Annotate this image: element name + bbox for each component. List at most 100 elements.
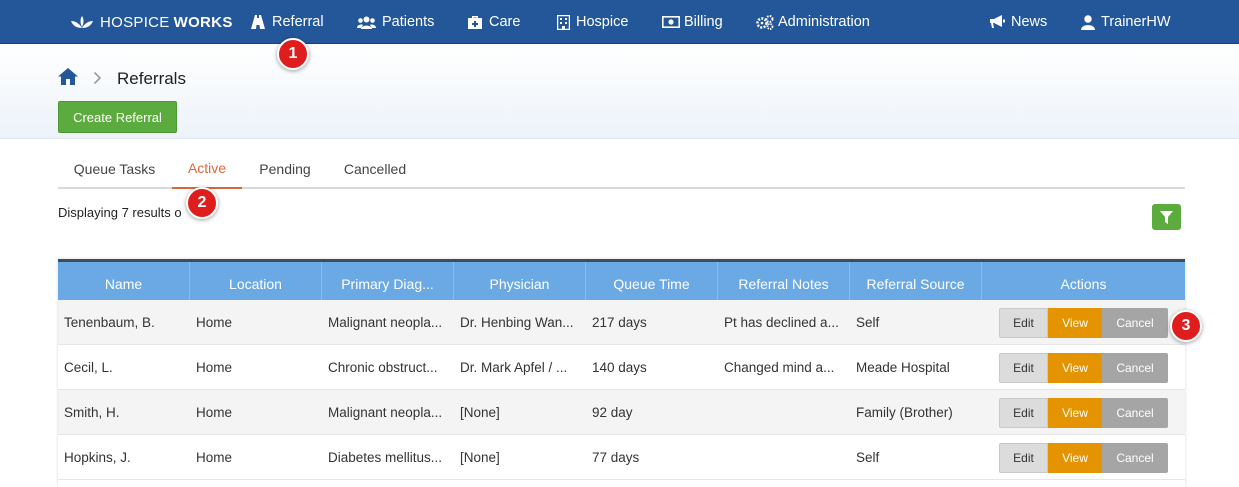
nav-user-menu[interactable]: TrainerHW (1081, 0, 1171, 44)
create-referral-button[interactable]: Create Referral (58, 101, 177, 133)
cell-referral-notes: Changed mind a... (724, 359, 835, 375)
cell-referral-notes (718, 390, 850, 434)
column-header-physician[interactable]: Physician (454, 262, 586, 305)
column-header-name[interactable]: Name (58, 262, 190, 305)
cell-referral-source: Family (Brother) (856, 404, 953, 420)
table-row[interactable]: Smith, H. Home Malignant neopla... [None… (58, 390, 1185, 435)
cell-location: Home (196, 404, 233, 420)
view-button[interactable]: View (1048, 353, 1102, 383)
table-header: Name Location Primary Diag... Physician … (58, 259, 1185, 305)
building-icon (557, 14, 570, 30)
medkit-icon (468, 16, 482, 29)
brand-name-part2: WORKS (173, 13, 233, 31)
cell-name: Cecil, L. (64, 359, 113, 375)
nav-news[interactable]: News (989, 0, 1047, 44)
cell-diagnosis: Chronic obstruct... (328, 359, 438, 375)
column-header-location[interactable]: Location (190, 262, 322, 305)
nav-referral-label: Referral (272, 14, 324, 30)
cell-diagnosis: Malignant neopla... (328, 314, 443, 330)
cell-queue-time: 77 days (592, 449, 640, 465)
row-actions: Edit View Cancel (999, 353, 1168, 383)
cell-name: Hopkins, J. (64, 449, 131, 465)
chevron-right-icon (93, 72, 102, 84)
cell-referral-notes (718, 435, 850, 479)
cell-name: Tenenbaum, B. (64, 314, 155, 330)
cell-physician: Dr. Henbing Wan... (460, 314, 574, 330)
filter-button[interactable] (1152, 204, 1181, 230)
cell-referral-source: Meade Hospital (856, 359, 950, 375)
cancel-button[interactable]: Cancel (1102, 443, 1168, 473)
cell-referral-source: Self (856, 449, 880, 465)
cell-referral-source: Self (856, 314, 880, 330)
view-button[interactable]: View (1048, 398, 1102, 428)
cell-physician: Dr. Mark Apfel / ... (460, 359, 568, 375)
road-icon (251, 15, 265, 29)
nav-hospice-label: Hospice (576, 14, 629, 30)
nav-hospice[interactable]: Hospice (557, 0, 628, 44)
cell-queue-time: 140 days (592, 359, 647, 375)
tab-queue-tasks[interactable]: Queue Tasks (58, 149, 171, 189)
nav-patients-label: Patients (382, 14, 435, 30)
cell-location: Home (196, 314, 233, 330)
referrals-table: Name Location Primary Diag... Physician … (58, 259, 1185, 487)
nav-news-label: News (1011, 14, 1048, 30)
tab-active[interactable]: Active (172, 149, 242, 189)
cell-location: Home (196, 359, 233, 375)
column-header-queue-time[interactable]: Queue Time (586, 262, 718, 305)
edit-button[interactable]: Edit (999, 308, 1048, 338)
leaf-logo-icon (71, 16, 93, 28)
view-button[interactable]: View (1048, 443, 1102, 473)
referral-tabs: Queue Tasks Active Pending Cancelled (58, 149, 1185, 189)
cancel-button[interactable]: Cancel (1102, 308, 1168, 338)
page-header (0, 44, 1239, 139)
cell-queue-time: 217 days (592, 314, 647, 330)
page-title: Referrals (117, 69, 186, 88)
filter-icon (1160, 210, 1173, 224)
nav-administration[interactable]: Administration (756, 0, 870, 44)
cell-location: Home (196, 449, 233, 465)
gears-icon (756, 14, 774, 30)
edit-button[interactable]: Edit (999, 353, 1048, 383)
table-row[interactable]: Cecil, L. Home Chronic obstruct... Dr. M… (58, 345, 1185, 390)
cancel-button[interactable]: Cancel (1102, 398, 1168, 428)
brand-logo[interactable]: HOSPICE WORKS (70, 0, 233, 44)
cell-name: Smith, H. (64, 404, 120, 420)
edit-button[interactable]: Edit (999, 443, 1048, 473)
top-navbar: HOSPICE WORKS Referral Patients Care Hosp… (0, 0, 1239, 44)
table-row[interactable]: Hopkins, J. Home Diabetes mellitus... [N… (58, 435, 1185, 480)
nav-care[interactable]: Care (467, 0, 520, 44)
user-icon (1081, 14, 1095, 30)
column-header-actions: Actions (1060, 275, 1107, 292)
callout-marker-2: 2 (186, 187, 218, 219)
cell-diagnosis: Malignant neopla... (328, 404, 443, 420)
row-actions: Edit View Cancel (999, 398, 1168, 428)
home-icon[interactable] (58, 68, 78, 85)
users-icon (357, 16, 376, 29)
cell-physician: [None] (460, 404, 500, 420)
cell-referral-notes: Pt has declined a... (724, 314, 839, 330)
column-header-diagnosis[interactable]: Primary Diag... (322, 262, 454, 305)
callout-marker-1: 1 (277, 38, 309, 70)
column-header-referral-source[interactable]: Referral Source (850, 262, 982, 305)
column-header-referral-notes[interactable]: Referral Notes (718, 262, 850, 305)
nav-administration-label: Administration (778, 14, 870, 30)
edit-button[interactable]: Edit (999, 398, 1048, 428)
cell-queue-time: 92 day (592, 404, 633, 420)
view-button[interactable]: View (1048, 308, 1102, 338)
nav-user-label: TrainerHW (1101, 14, 1171, 30)
nav-referral[interactable]: Referral (250, 0, 324, 44)
cell-diagnosis: Diabetes mellitus... (328, 449, 443, 465)
tab-pending[interactable]: Pending (246, 149, 324, 189)
row-actions: Edit View Cancel (999, 308, 1168, 338)
nav-patients[interactable]: Patients (357, 0, 434, 44)
brand-name-part1: HOSPICE (100, 13, 170, 31)
nav-billing[interactable]: Billing (662, 0, 723, 44)
cell-physician: [None] (460, 449, 500, 465)
table-row[interactable]: Tenenbaum, B. Home Malignant neopla... D… (58, 300, 1185, 345)
tab-cancelled[interactable]: Cancelled (334, 149, 416, 189)
money-icon (662, 16, 680, 28)
results-count: Displaying 7 results o (58, 205, 182, 220)
nav-billing-label: Billing (684, 14, 723, 30)
row-actions: Edit View Cancel (999, 443, 1168, 473)
cancel-button[interactable]: Cancel (1102, 353, 1168, 383)
